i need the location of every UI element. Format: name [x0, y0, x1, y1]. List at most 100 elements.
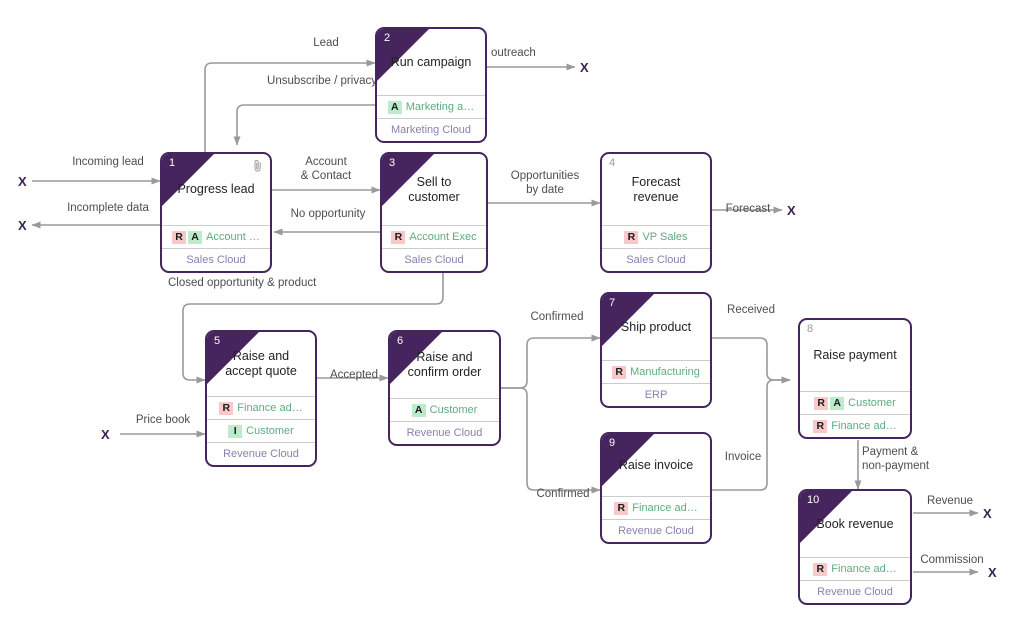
- node-book-revenue[interactable]: 10 Book revenue R Finance ad… Revenue Cl…: [798, 489, 912, 605]
- role-badges: RA: [172, 230, 203, 244]
- platform-label: Revenue Cloud: [602, 519, 710, 542]
- platform-label: Sales Cloud: [382, 248, 486, 271]
- node-head: 7 Ship product: [602, 294, 710, 360]
- node-number: 1: [169, 157, 176, 169]
- terminator-forecast: X: [787, 203, 796, 218]
- node-title: Sell to customer: [408, 174, 460, 204]
- badge-r: R: [172, 230, 187, 244]
- node-head: 2 Run campaign: [377, 29, 485, 95]
- badge-r: R: [219, 401, 234, 415]
- role-row: RA Customer: [800, 391, 910, 414]
- node-raise-and-confirm-order[interactable]: 6 Raise and confirm order A Customer Rev…: [388, 330, 501, 446]
- node-head: 1 Progress lead: [162, 154, 270, 225]
- platform-label: Revenue Cloud: [800, 580, 910, 603]
- badge-r: R: [614, 501, 629, 515]
- node-number: 2: [384, 32, 391, 44]
- edge-invoice: [712, 376, 791, 491]
- role-label: VP Sales: [642, 231, 688, 243]
- node-corner: 8: [800, 320, 852, 372]
- node-title: Raise payment: [813, 348, 897, 362]
- edge-unsubscribe-privacy: [233, 104, 375, 146]
- node-run-campaign[interactable]: 2 Run campaign A Marketing a… Marketing …: [375, 27, 487, 143]
- terminator-outreach: X: [580, 60, 589, 75]
- node-title: Book revenue: [816, 516, 894, 531]
- edge-label-incoming-lead: Incoming lead: [72, 156, 144, 168]
- node-number: 7: [609, 297, 616, 309]
- node-title: Raise and accept quote: [225, 349, 297, 378]
- role-badges: I: [228, 424, 243, 438]
- terminator-price-book: X: [101, 427, 110, 442]
- node-sell-to-customer[interactable]: 3 Sell to customer R Account Exec Sales …: [380, 152, 488, 273]
- node-rows: R Finance ad… Revenue Cloud: [800, 557, 910, 603]
- node-title: Raise invoice: [618, 457, 694, 472]
- badge-r: R: [624, 230, 639, 244]
- node-head: 6 Raise and confirm order: [390, 332, 499, 398]
- badge-a: A: [830, 396, 845, 410]
- edge-label-forecast: Forecast: [725, 203, 771, 215]
- edge-label-confirmed-bottom: Confirmed: [536, 488, 590, 500]
- edge-label-accepted: Accepted: [330, 369, 378, 381]
- node-raise-payment[interactable]: 8 Raise payment RA Customer R Finance ad…: [798, 318, 912, 439]
- role-label: Account Exec: [409, 231, 477, 243]
- paperclip-icon: [253, 159, 263, 178]
- node-head: 10 Book revenue: [800, 491, 910, 557]
- edge-label-received: Received: [727, 304, 775, 316]
- edge-label-commission: Commission: [920, 554, 984, 566]
- role-row: R Finance ad…: [800, 414, 910, 437]
- node-raise-invoice[interactable]: 9 Raise invoice R Finance ad… Revenue Cl…: [600, 432, 712, 544]
- platform-label: Sales Cloud: [602, 248, 710, 271]
- role-label: Finance ad…: [831, 563, 897, 575]
- edge-label-revenue: Revenue: [926, 495, 974, 507]
- role-badges: R: [624, 230, 639, 244]
- role-badges: R: [813, 562, 828, 576]
- terminator-revenue: X: [983, 506, 992, 521]
- node-title: Run campaign: [390, 54, 472, 69]
- edge-label-lead: Lead: [313, 37, 339, 49]
- platform-label: Marketing Cloud: [377, 118, 485, 141]
- platform-label: Revenue Cloud: [390, 421, 499, 444]
- edge-label-invoice: Invoice: [724, 451, 762, 463]
- node-head: 9 Raise invoice: [602, 434, 710, 496]
- node-rows: R Finance ad… I Customer Revenue Cloud: [207, 396, 315, 465]
- role-row: A Customer: [390, 398, 499, 421]
- role-badges: A: [387, 100, 402, 114]
- node-raise-and-accept-quote[interactable]: 5 Raise and accept quote R Finance ad… I…: [205, 330, 317, 467]
- node-rows: RA Account … Sales Cloud: [162, 225, 270, 271]
- node-number: 6: [397, 335, 404, 347]
- badge-a: A: [411, 403, 426, 417]
- edge-lead: [204, 59, 376, 152]
- terminator-incoming-lead: X: [18, 174, 27, 189]
- edge-label-price-book: Price book: [135, 414, 191, 426]
- node-rows: A Marketing a… Marketing Cloud: [377, 95, 485, 141]
- node-progress-lead[interactable]: 1 Progress lead RA Account … Sales Cloud: [160, 152, 272, 273]
- node-head: 8 Raise payment: [800, 320, 910, 391]
- node-head: 3 Sell to customer: [382, 154, 486, 225]
- role-badges: R: [219, 401, 234, 415]
- role-badges: R: [612, 365, 627, 379]
- role-label: Finance ad…: [632, 502, 698, 514]
- node-number: 5: [214, 335, 221, 347]
- node-corner: 1: [162, 154, 214, 206]
- edge-label-account-and-contact: Account & Contact: [300, 156, 352, 182]
- badge-r: R: [391, 230, 406, 244]
- role-row: RA Account …: [162, 225, 270, 248]
- role-row: R VP Sales: [602, 225, 710, 248]
- role-row: R Finance ad…: [207, 396, 315, 419]
- badge-i: I: [228, 424, 243, 438]
- terminator-commission: X: [988, 565, 997, 580]
- node-head: 4 Forecast revenue: [602, 154, 710, 225]
- node-forecast-revenue[interactable]: 4 Forecast revenue R VP Sales Sales Clou…: [600, 152, 712, 273]
- node-number: 8: [807, 323, 814, 335]
- node-number: 4: [609, 157, 616, 169]
- role-badges: R: [614, 501, 629, 515]
- platform-label: Revenue Cloud: [207, 442, 315, 465]
- role-label: Account …: [206, 231, 260, 243]
- role-label: Finance ad…: [831, 420, 897, 432]
- node-rows: RA Customer R Finance ad…: [800, 391, 910, 437]
- node-ship-product[interactable]: 7 Ship product R Manufacturing ERP: [600, 292, 712, 408]
- node-title: Progress lead: [177, 182, 255, 196]
- diagram-canvas: Incoming lead Incomplete data Lead Unsub…: [0, 0, 1024, 627]
- badge-r: R: [813, 419, 828, 433]
- badge-a: A: [188, 230, 203, 244]
- edge-label-incomplete-data: Incomplete data: [67, 202, 149, 214]
